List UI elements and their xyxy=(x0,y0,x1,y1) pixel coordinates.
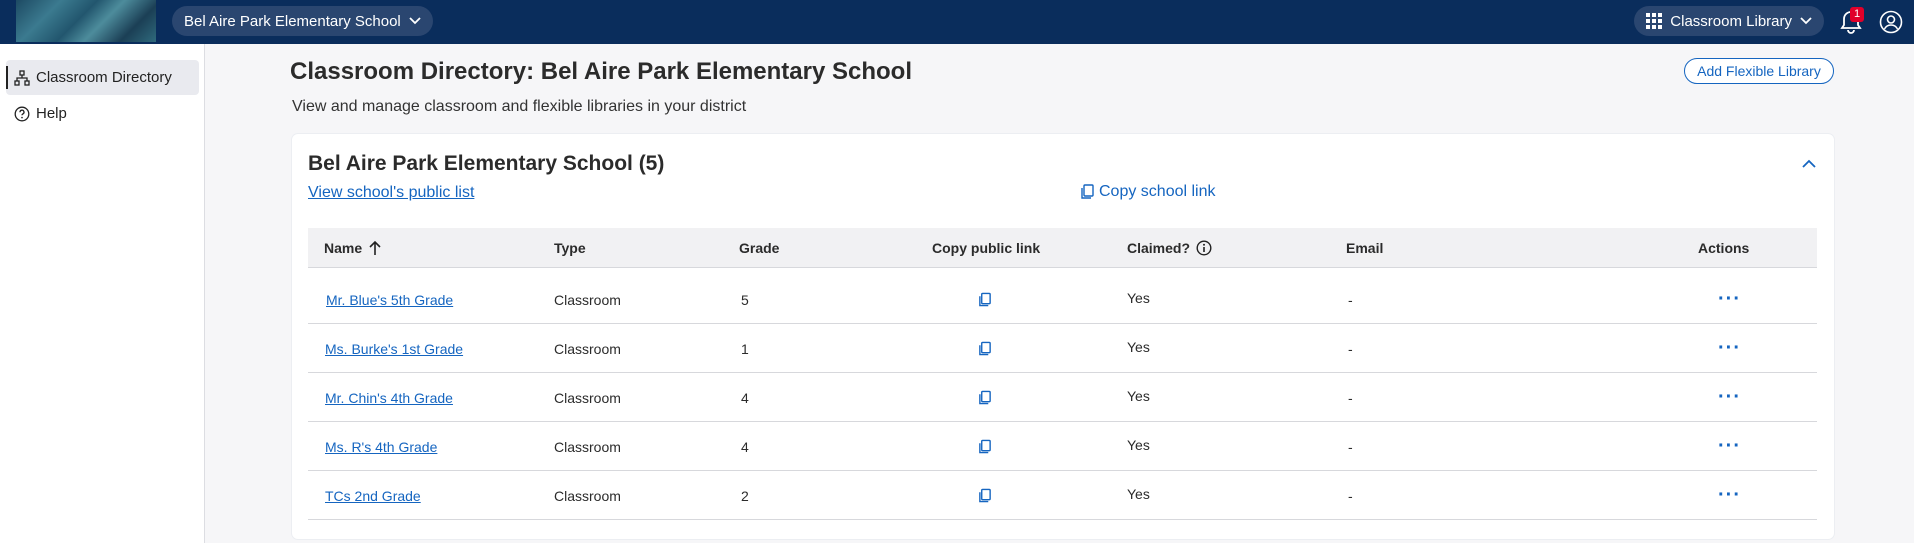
page-title: Classroom Directory: Bel Aire Park Eleme… xyxy=(290,58,913,85)
table-header: Name Type Grade Copy public link Claimed… xyxy=(308,228,1817,268)
classroom-type: Classroom xyxy=(554,291,621,308)
column-header-label: Claimed? xyxy=(1127,240,1191,256)
sort-ascending-arrow-icon xyxy=(369,240,381,255)
row-actions-menu-button[interactable]: ··· xyxy=(1718,275,1741,324)
email-value: - xyxy=(1348,487,1353,504)
sidebar-item-label: Classroom Directory xyxy=(36,69,172,86)
claimed-status: Yes xyxy=(1127,338,1150,355)
chevron-up-icon[interactable] xyxy=(1800,155,1818,173)
copy-icon xyxy=(979,439,991,453)
sidebar-item-label: Help xyxy=(36,105,67,122)
top-navigation-bar: Bel Aire Park Elementary School Classroo… xyxy=(0,0,1914,44)
classroom-grade: 4 xyxy=(741,389,749,406)
school-card-title: Bel Aire Park Elementary School (5) xyxy=(308,152,665,175)
more-horizontal-icon: ··· xyxy=(1718,435,1741,457)
column-header-actions: Actions xyxy=(1698,240,1750,256)
classroom-name-link[interactable]: Ms. Burke's 1st Grade xyxy=(325,341,463,357)
app-switcher-dropdown[interactable]: Classroom Library xyxy=(1634,6,1824,36)
claimed-status: Yes xyxy=(1127,289,1150,306)
more-horizontal-icon: ··· xyxy=(1718,484,1741,506)
grid-apps-icon xyxy=(1646,13,1663,29)
classroom-type: Classroom xyxy=(554,389,621,406)
chevron-down-icon xyxy=(409,17,421,25)
page-subtitle: View and manage classroom and flexible l… xyxy=(292,98,747,115)
app-switcher-label: Classroom Library xyxy=(1670,12,1792,30)
copy-icon xyxy=(979,341,991,355)
column-header-grade: Grade xyxy=(739,240,780,256)
column-header-email: Email xyxy=(1346,240,1384,256)
add-flexible-library-button[interactable]: Add Flexible Library xyxy=(1684,58,1834,84)
row-actions-menu-button[interactable]: ··· xyxy=(1718,422,1741,471)
help-circle-icon xyxy=(14,106,30,121)
more-horizontal-icon: ··· xyxy=(1718,288,1741,310)
classroom-type: Classroom xyxy=(554,487,621,504)
copy-public-link-button[interactable] xyxy=(978,422,992,471)
copy-public-link-button[interactable] xyxy=(978,471,992,520)
classroom-grade: 4 xyxy=(741,438,749,455)
column-header-name[interactable]: Name xyxy=(324,228,382,268)
table-row: Ms. Burke's 1st Grade Classroom 1 Yes - … xyxy=(308,324,1817,373)
copy-icon xyxy=(1081,184,1094,199)
copy-icon xyxy=(979,488,991,502)
copy-school-link-button[interactable]: Copy school link xyxy=(1080,183,1216,201)
view-public-list-link[interactable]: View school's public list xyxy=(308,184,474,202)
classroom-grade: 5 xyxy=(741,291,749,308)
copy-icon xyxy=(979,390,991,404)
classroom-name-link[interactable]: TCs 2nd Grade xyxy=(325,488,421,504)
classroom-type: Classroom xyxy=(554,438,621,455)
school-selector-label: Bel Aire Park Elementary School xyxy=(184,12,401,30)
user-account-icon[interactable] xyxy=(1879,10,1903,34)
email-value: - xyxy=(1348,389,1353,406)
sidebar-item-classroom-directory[interactable]: Classroom Directory xyxy=(6,60,199,95)
district-logo-image[interactable] xyxy=(16,0,156,42)
copy-public-link-button[interactable] xyxy=(978,324,992,373)
column-header-type: Type xyxy=(554,240,586,256)
school-selector-dropdown[interactable]: Bel Aire Park Elementary School xyxy=(172,6,433,36)
copy-public-link-button[interactable] xyxy=(978,373,992,422)
email-value: - xyxy=(1348,340,1353,357)
copy-public-link-button[interactable] xyxy=(978,275,992,324)
info-icon[interactable] xyxy=(1196,240,1212,256)
sidebar: Classroom Directory Help xyxy=(0,44,205,543)
more-horizontal-icon: ··· xyxy=(1718,386,1741,408)
column-header-label: Name xyxy=(324,240,363,256)
table-row: TCs 2nd Grade Classroom 2 Yes - ··· xyxy=(308,471,1817,520)
claimed-status: Yes xyxy=(1127,485,1150,502)
classroom-name-link[interactable]: Mr. Chin's 4th Grade xyxy=(325,390,453,406)
classroom-grade: 1 xyxy=(741,340,749,357)
table-row: Ms. R's 4th Grade Classroom 4 Yes - ··· xyxy=(308,422,1817,471)
notification-count-badge: 1 xyxy=(1850,7,1864,22)
column-header-claimed: Claimed? xyxy=(1127,228,1212,268)
claimed-status: Yes xyxy=(1127,436,1150,453)
classroom-name-link[interactable]: Mr. Blue's 5th Grade xyxy=(326,292,453,308)
table-row: Mr. Chin's 4th Grade Classroom 4 Yes - ·… xyxy=(308,373,1817,422)
column-header-copy-public-link: Copy public link xyxy=(932,240,1041,256)
copy-icon xyxy=(979,292,991,306)
table-row: Mr. Blue's 5th Grade Classroom 5 Yes - ·… xyxy=(308,275,1817,324)
more-horizontal-icon: ··· xyxy=(1718,337,1741,359)
row-actions-menu-button[interactable]: ··· xyxy=(1718,373,1741,422)
row-actions-menu-button[interactable]: ··· xyxy=(1718,324,1741,373)
chevron-down-icon xyxy=(1800,17,1812,25)
email-value: - xyxy=(1348,438,1353,455)
email-value: - xyxy=(1348,291,1353,308)
claimed-status: Yes xyxy=(1127,387,1150,404)
copy-school-link-label: Copy school link xyxy=(1099,183,1216,200)
classroom-type: Classroom xyxy=(554,340,621,357)
org-chart-icon xyxy=(14,69,30,86)
sidebar-item-help[interactable]: Help xyxy=(6,96,199,131)
classroom-name-link[interactable]: Ms. R's 4th Grade xyxy=(325,439,437,455)
classroom-grade: 2 xyxy=(741,487,749,504)
row-actions-menu-button[interactable]: ··· xyxy=(1718,471,1741,520)
